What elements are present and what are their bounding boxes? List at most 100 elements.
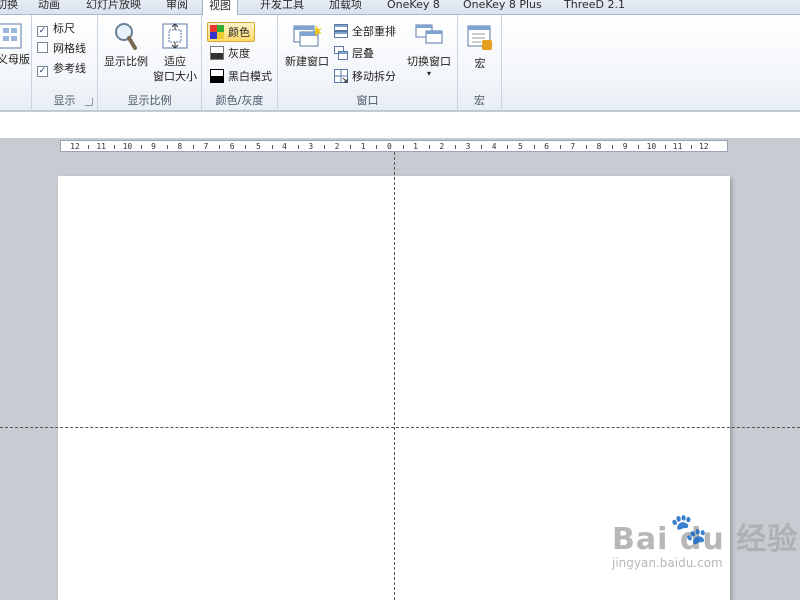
tab-onekey8[interactable]: OneKey 8 [381,0,446,15]
horizontal-ruler[interactable]: 12 11 10 9 8 7 6 5 4 3 2 1 0 1 2 3 4 5 6 7 8 9 10 11 12 [60,140,728,152]
arrange-all-label: 全部重排 [352,25,396,38]
grayscale-button[interactable]: 灰度 [208,44,254,64]
ruler-label: 1 [360,142,366,151]
cascade-button[interactable]: 层叠 [332,44,378,64]
ruler-check-icon: ✓ [37,26,48,37]
ruler-tick [585,145,587,149]
ruler-tick [664,145,666,149]
magnifier-icon [111,21,141,51]
document-top-band [0,112,800,138]
ruler-label: 7 [203,142,209,151]
new-window-icon [292,21,322,51]
chevron-down-icon: ▾ [426,69,431,78]
tab-review[interactable]: 审阅 [160,0,194,15]
handout-master-button[interactable]: 讲义母版 [0,21,30,66]
ruler-label: 7 [570,142,576,151]
ruler-label: 11 [96,142,107,151]
ruler-label: 8 [177,142,183,151]
ruler-label: 8 [596,142,602,151]
ruler-tick [140,145,142,149]
ruler-tick [638,145,640,149]
ruler-tick [402,145,404,149]
group-show: ✓ 标尺 网格线 ✓ 参考线 显示 [32,15,98,111]
ruler-tick [376,145,378,149]
fit-label-line1: 适应 [164,55,186,68]
tab-developer[interactable]: 开发工具 [254,0,310,15]
guides-check-icon: ✓ [37,66,48,77]
arrange-all-button[interactable]: 全部重排 [332,22,400,42]
ruler-tick [350,145,352,149]
ruler-label: 标尺 [53,22,75,35]
tab-onekey8-plus[interactable]: OneKey 8 Plus [457,0,548,15]
watermark-url: jingyan.baidu.com [612,556,723,570]
group-macros: 宏 宏 [458,15,502,111]
color-button[interactable]: 颜色 [207,22,255,42]
tab-addins[interactable]: 加载项 [323,0,368,15]
switch-window-button[interactable]: 切换窗口 ▾ [402,21,456,79]
cascade-label: 层叠 [352,47,374,60]
ruler-label: 2 [439,142,445,151]
group-zoom: 显示比例 适应 窗口大小 显示比例 [98,15,202,111]
tab-transitions[interactable]: 切换 [0,0,24,15]
new-window-label: 新建窗口 [285,55,329,68]
color-palette-icon [210,25,224,39]
ruler-label: 4 [282,142,288,151]
group-master-views: 讲义母版 [0,15,32,111]
macros-button[interactable]: 宏 [462,23,498,71]
grayscale-icon [210,46,224,60]
gridlines-label: 网格线 [53,42,86,55]
zoom-label: 显示比例 [104,55,148,68]
gridlines-checkbox[interactable]: 网格线 [37,40,86,58]
group-window: 新建窗口 全部重排 层叠 移动拆分 切换窗口 ▾ 窗口 [278,15,458,111]
tab-animations[interactable]: 动画 [32,0,66,15]
vertical-guide[interactable] [394,152,395,600]
black-white-button[interactable]: 黑白模式 [208,67,276,87]
move-split-label: 移动拆分 [352,70,396,83]
ruler-label: 1 [413,142,419,151]
ruler-tick [88,145,90,149]
move-split-icon [334,69,348,83]
black-white-label: 黑白模式 [228,70,272,83]
ruler-tick [612,145,614,149]
tab-view[interactable]: 视图 [202,0,238,16]
ruler-tick [219,145,221,149]
ruler-checkbox[interactable]: ✓ 标尺 [37,20,75,38]
ruler-tick [481,145,483,149]
cascade-icon [334,46,348,60]
ruler-label: 10 [646,142,657,151]
group-macros-label: 宏 [474,94,485,107]
grayscale-label: 灰度 [228,47,250,60]
guides-checkbox[interactable]: ✓ 参考线 [37,60,86,78]
zoom-button[interactable]: 显示比例 [102,21,150,69]
tab-slideshow[interactable]: 幻灯片放映 [80,0,147,15]
horizontal-guide[interactable] [0,427,800,428]
ruler-label: 6 [229,142,235,151]
ruler-tick [507,145,509,149]
tab-threed[interactable]: ThreeD 2.1 [558,0,631,15]
ruler-label: 10 [122,142,133,151]
ruler-label: 9 [622,142,628,151]
move-split-button[interactable]: 移动拆分 [332,67,400,87]
ruler-tick [559,145,561,149]
ruler-label: 2 [334,142,340,151]
ruler-tick [271,145,273,149]
ruler-tick [297,145,299,149]
ruler-label: 3 [465,142,471,151]
macro-icon [465,23,495,53]
ribbon-tab-bar: 切换 动画 幻灯片放映 审阅 视图 开发工具 加载项 OneKey 8 OneK… [0,0,800,16]
fit-label-line2: 窗口大小 [153,70,197,83]
macros-label: 宏 [474,57,486,70]
ruler-label: 4 [491,142,497,151]
fit-to-window-button[interactable]: 适应 窗口大小 [150,21,200,84]
black-white-icon [210,69,224,83]
dialog-launcher-icon[interactable] [85,98,93,106]
ruler-label: 0 [386,142,392,151]
new-window-button[interactable]: 新建窗口 [282,21,332,69]
ruler-tick [533,145,535,149]
gridlines-check-icon [37,42,48,53]
ruler-tick [323,145,325,149]
arrange-all-icon [334,24,348,38]
baidu-watermark: Bai du 经验 🐾 jingyan.baidu.com [612,512,798,570]
ruler-tick [192,145,194,149]
switch-window-label: 切换窗口 [407,55,451,68]
